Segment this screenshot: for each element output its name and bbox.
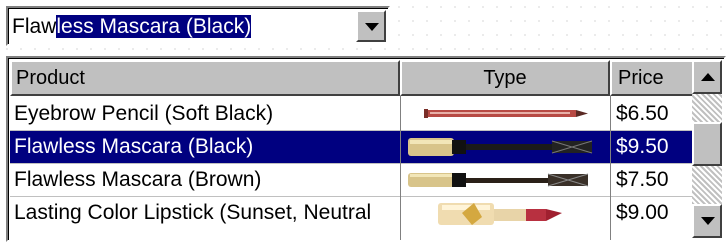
column-header-product[interactable]: Product — [10, 60, 400, 96]
product-cell: Flawless Mascara (Brown) — [14, 168, 262, 191]
chevron-down-icon — [701, 217, 715, 225]
column-header-label: Product — [16, 67, 85, 89]
price-cell: $9.00 — [616, 201, 669, 224]
scrollbar-thumb[interactable] — [692, 122, 722, 166]
product-cell: Flawless Mascara (Black) — [14, 135, 254, 158]
column-header-label: Type — [483, 67, 527, 89]
product-cell: Eyebrow Pencil (Soft Black) — [14, 102, 274, 125]
column-header-price[interactable]: Price — [610, 60, 696, 96]
combo-autocomplete-selection: less Mascara (Black) — [56, 15, 252, 38]
combo-text[interactable]: Flawless Mascara (Black) — [12, 12, 252, 42]
type-cell — [402, 164, 608, 196]
scroll-up-button[interactable] — [692, 60, 722, 94]
type-cell — [402, 131, 608, 163]
product-cell: Lasting Color Lipstick (Sunset, Neutral — [14, 201, 372, 224]
table-row[interactable]: Eyebrow Pencil (Soft Black) $6.50 — [10, 98, 697, 130]
type-cell — [402, 197, 608, 229]
product-combobox[interactable]: Flawless Mascara (Black) — [6, 6, 390, 46]
price-cell: $9.50 — [616, 135, 669, 158]
type-cell — [402, 98, 608, 130]
column-divider — [610, 96, 611, 240]
vertical-scrollbar[interactable] — [692, 60, 722, 238]
chevron-down-icon — [365, 23, 379, 31]
combo-typed-text: Flaw — [12, 15, 57, 38]
column-divider — [400, 96, 401, 240]
eyebrow-pencil-image — [424, 109, 588, 118]
price-cell: $7.50 — [616, 168, 669, 191]
mascara-brown-image — [408, 173, 589, 187]
lipstick-image — [438, 203, 562, 225]
mascara-black-image — [408, 138, 593, 156]
product-grid[interactable]: Product Type Price Eyebrow Pencil (Soft … — [6, 56, 726, 242]
table-row[interactable]: Flawless Mascara (Brown) $7.50 — [10, 164, 697, 196]
scroll-down-button[interactable] — [692, 204, 722, 238]
table-row[interactable]: Lasting Color Lipstick (Sunset, Neutral … — [10, 197, 697, 229]
table-row[interactable]: Flawless Mascara (Black) $9.50 — [10, 131, 697, 163]
price-cell: $6.50 — [616, 102, 669, 125]
column-header-label: Price — [618, 67, 664, 89]
column-header-type[interactable]: Type — [400, 60, 610, 96]
dropdown-button[interactable] — [356, 10, 386, 42]
chevron-up-icon — [701, 73, 715, 81]
